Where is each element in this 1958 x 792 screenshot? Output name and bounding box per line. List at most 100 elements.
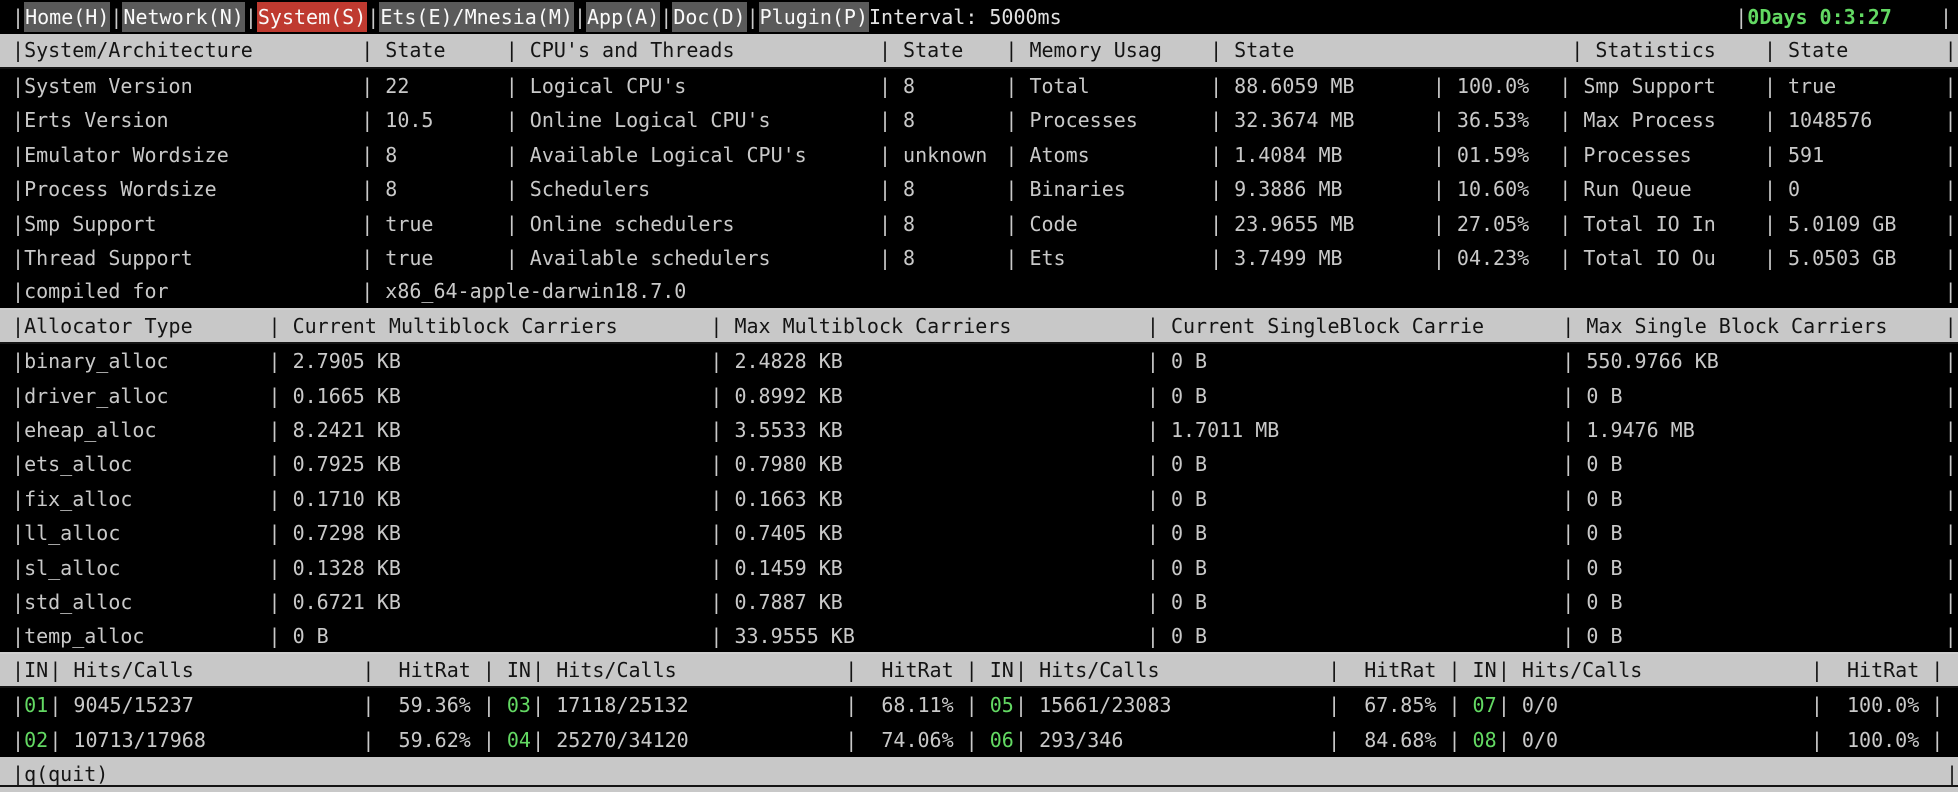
cache-hit-cell: 06 [966,723,1015,757]
column-header-state-2: State [879,34,1005,67]
allocator-row: std_alloc0.6721 KB0.7887 KB0 B0 B [0,585,1958,619]
cache-hit-cell: 67.85% [1328,688,1448,722]
cache-hit-cell: 100.0% [1811,688,1931,722]
allocator-cell: 0.7980 KB [710,447,1146,481]
system-info-cell: 1.4084 MB [1210,138,1433,172]
column-header-current-multiblock: Current Multiblock Carriers [269,310,711,343]
system-info-cell: 8 [879,69,1005,103]
system-info-cell: 27.05% [1433,207,1559,241]
menu-item-network[interactable]: Network(N) [122,2,244,32]
allocator-cell: sl_alloc [12,551,268,585]
cache-hit-cell: 25270/34120 [532,723,845,757]
menu-item-ets-mnesia[interactable]: Ets(E)/Mnesia(M) [379,2,574,32]
system-info-cell: 10.5 [361,103,505,137]
allocator-cell: 2.7905 KB [269,344,711,378]
system-info-cell: Atoms [1005,138,1210,172]
system-info-cell: Thread Support [12,241,361,275]
menu-item-system-active[interactable]: System(S) [257,2,367,32]
allocator-cell: ets_alloc [12,447,268,481]
allocator-cell: 0 B [269,620,711,653]
menu-separator [1735,0,1747,34]
column-header-state-1: State [361,34,505,67]
cache-hit-cell: 84.68% [1328,723,1448,757]
system-info-cell: Process Wordsize [12,172,361,206]
allocator-row: ets_alloc0.7925 KB0.7980 KB0 B0 B [0,447,1958,481]
system-info-cell: Logical CPU's [506,69,879,103]
system-info-cell: Emulator Wordsize [12,138,361,172]
column-header-allocator-type: Allocator Type [12,310,268,343]
allocator-cell: 0.7298 KB [269,516,711,550]
compiled-for-value: x86_64-apple-darwin18.7.0 [361,275,1944,308]
cache-hit-cell: 07 [1448,688,1497,722]
allocator-cell: fix_alloc [12,482,268,516]
column-header-system-architecture: System/Architecture [12,34,361,67]
menu-item-doc[interactable]: Doc(D) [672,2,746,32]
cache-hit-cell: 100.0% [1811,723,1931,757]
column-header-hitrat-2: HitRat [845,654,965,687]
cache-hit-cell: 02 [12,723,49,757]
top-menu-bar: Home(H) Network(N) System(S) Ets(E)/Mnes… [0,0,1958,34]
column-header-hits-calls-4: Hits/Calls [1498,654,1811,687]
menu-item-app[interactable]: App(A) [586,2,660,32]
system-info-cell: 23.9655 MB [1210,207,1433,241]
system-info-row: Thread SupporttrueAvailable schedulers8E… [0,241,1958,275]
column-header-state-4: State [1764,34,1945,67]
allocator-cell: 0.1459 KB [710,551,1146,585]
allocator-cell: 0.1665 KB [269,379,711,413]
system-info-cell: Smp Support [1559,69,1764,103]
cache-hit-cell: 293/346 [1015,723,1328,757]
column-header-hits-calls-3: Hits/Calls [1015,654,1328,687]
allocator-cell: eheap_alloc [12,413,268,447]
column-header-cpus-threads: CPU's and Threads [506,34,879,67]
system-info-cell: 5.0109 GB [1764,207,1945,241]
allocator-cell: 0 B [1147,344,1562,378]
menu-item-plugin[interactable]: Plugin(P) [759,2,869,32]
allocator-cell: 0 B [1562,482,1944,516]
system-info-cell: Binaries [1005,172,1210,206]
column-header-hitrat-1: HitRat [362,654,482,687]
uptime-value: 0Days 0:3:27 [1747,0,1892,34]
observer-cli-terminal: Home(H) Network(N) System(S) Ets(E)/Mnes… [0,0,1958,792]
allocator-cell: 0.7887 KB [710,585,1146,619]
system-info-cell: Run Queue [1559,172,1764,206]
system-info-cell: Total IO In [1559,207,1764,241]
system-info-cell: 0 [1764,172,1945,206]
system-info-cell: 32.3674 MB [1210,103,1433,137]
allocator-row: eheap_alloc8.2421 KB3.5533 KB1.7011 MB1.… [0,413,1958,447]
column-header-hits-calls-1: Hits/Calls [49,654,362,687]
menu-item-home[interactable]: Home(H) [24,2,110,32]
system-info-cell: Code [1005,207,1210,241]
allocator-cell: driver_alloc [12,379,268,413]
quit-bar[interactable]: q(quit) [0,757,1958,791]
allocator-row: temp_alloc0 B33.9555 KB0 B0 B [0,620,1958,654]
cache-hit-cell: 15661/23083 [1015,688,1328,722]
allocator-cell: 0.1663 KB [710,482,1146,516]
system-info-cell: true [1764,69,1945,103]
system-info-cell: Max Process [1559,103,1764,137]
allocator-cell: 0 B [1147,447,1562,481]
quit-bar-underline [0,785,1958,787]
system-info-cell: 8 [361,172,505,206]
system-info-cell: Online Logical CPU's [506,103,879,137]
allocator-cell: 0.8992 KB [710,379,1146,413]
allocator-cell: 0 B [1562,585,1944,619]
column-header-hitrat-3: HitRat [1328,654,1448,687]
interval-label: Interval: 5000ms [869,0,1062,34]
system-info-cell: 8 [879,172,1005,206]
system-info-cell: Available Logical CPU's [506,138,879,172]
cache-hit-cell: 08 [1448,723,1497,757]
column-header-max-multiblock: Max Multiblock Carriers [710,310,1146,343]
system-info-cell: Total IO Ou [1559,241,1764,275]
menu-separator [367,0,379,34]
system-info-cell: true [361,241,505,275]
system-info-row: Process Wordsize8Schedulers8Binaries9.38… [0,172,1958,206]
system-table-header: System/Architecture State CPU's and Thre… [0,34,1958,68]
cache-hit-cell: 59.62% [362,723,482,757]
allocator-cell: 2.4828 KB [710,344,1146,378]
system-info-cell: 8 [361,138,505,172]
allocator-row: ll_alloc0.7298 KB0.7405 KB0 B0 B [0,516,1958,550]
system-info-cell: unknown [879,138,1005,172]
system-info-cell: 8 [879,241,1005,275]
cache-hit-cell: 10713/17968 [49,723,362,757]
system-info-cell: 3.7499 MB [1210,241,1433,275]
